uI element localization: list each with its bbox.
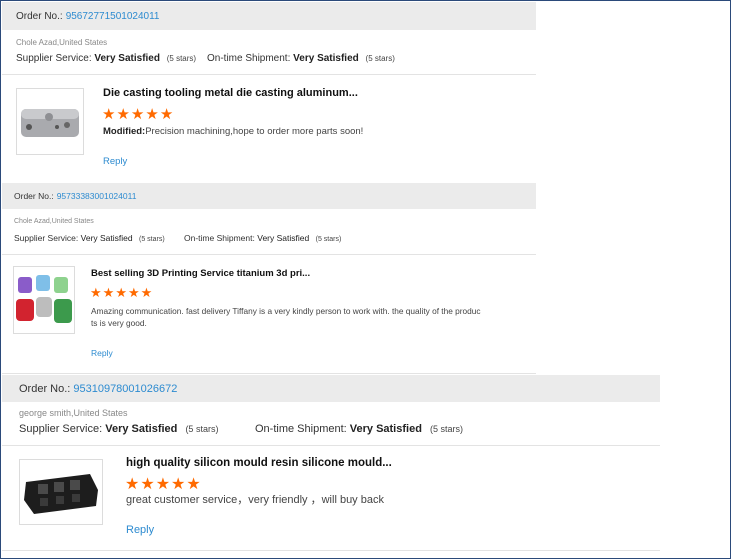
order-number-label: Order No.:	[19, 382, 71, 395]
rating-stars: ★★★★★	[125, 474, 202, 494]
order-header: Order No.: 95733383001024011	[2, 183, 536, 209]
product-title[interactable]: Die casting tooling metal die casting al…	[103, 87, 358, 99]
rating-stars: ★★★★★	[102, 105, 174, 123]
star-icon: ★	[90, 285, 103, 300]
divider	[2, 254, 536, 255]
silicone-mould-image	[24, 474, 98, 514]
order-number-link[interactable]: 95672771501024011	[66, 11, 160, 22]
rating-stars: ★★★★★	[90, 285, 153, 301]
star-icon: ★	[125, 476, 141, 493]
order-header: Order No.: 95672771501024011	[2, 2, 536, 30]
supplier-service-rating: Supplier Service: Very Satisfied (5 star…	[19, 423, 218, 435]
review-body-line: ts is very good.	[91, 318, 147, 329]
star-icon: ★	[140, 285, 154, 300]
star-icon: ★	[159, 106, 175, 123]
order-number-label: Order No.:	[14, 191, 54, 201]
shipment-label: On-time Shipment:	[184, 233, 255, 243]
product-thumbnail[interactable]	[13, 266, 75, 334]
star-icon: ★	[145, 106, 160, 123]
shipment-label: On-time Shipment:	[255, 423, 347, 435]
order-number-link[interactable]: 95733383001024011	[57, 191, 137, 201]
reply-link[interactable]: Reply	[91, 348, 113, 358]
product-thumbnail[interactable]	[16, 88, 84, 155]
supplier-service-value: Very Satisfied	[105, 423, 178, 435]
buyer-location: Chole Azad,United States	[14, 218, 94, 225]
divider	[2, 74, 536, 75]
star-icon: ★	[116, 106, 131, 123]
supplier-service-label: Supplier Service:	[19, 423, 103, 435]
review-text: great customer service，very friendly ，wi…	[126, 493, 384, 509]
review-body: Precision machining,hope to order more p…	[145, 126, 364, 137]
supplier-service-label: Supplier Service:	[14, 233, 79, 243]
star-icon: ★	[155, 476, 172, 493]
shipment-rating: On-time Shipment: Very Satisfied (5 star…	[207, 53, 395, 64]
die-cast-part-image	[21, 109, 79, 137]
divider	[2, 373, 536, 374]
star-icon: ★	[130, 106, 146, 123]
buyer-location: george smith,United States	[19, 408, 128, 418]
order-number-label: Order No.:	[16, 10, 63, 22]
divider	[2, 445, 660, 446]
supplier-service-rating: Supplier Service: Very Satisfied (5 star…	[16, 53, 196, 64]
supplier-service-stars: (5 stars)	[185, 424, 219, 434]
star-icon: ★	[102, 285, 116, 300]
supplier-service-value: Very Satisfied	[94, 53, 160, 64]
page-frame	[0, 0, 731, 559]
star-icon: ★	[186, 476, 202, 493]
reply-link[interactable]: Reply	[126, 524, 154, 536]
shipment-stars: (5 stars)	[315, 236, 342, 243]
buyer-location: Chole Azad,United States	[16, 38, 108, 47]
reply-link[interactable]: Reply	[103, 156, 127, 167]
order-number-link[interactable]: 95310978001026672	[73, 383, 177, 395]
star-icon: ★	[127, 285, 141, 300]
supplier-service-stars: (5 stars)	[166, 54, 197, 63]
supplier-service-stars: (5 stars)	[139, 236, 165, 243]
review-body-line: Amazing communication. fast delivery Tif…	[91, 306, 481, 316]
product-title[interactable]: high quality silicon mould resin silicon…	[126, 457, 392, 469]
3d-printed-cups-image	[16, 275, 72, 323]
shipment-rating: On-time Shipment: Very Satisfied (5 star…	[255, 423, 463, 435]
review-text: Amazing communication. fast delivery Tif…	[91, 305, 511, 329]
star-icon: ★	[102, 106, 117, 123]
star-icon: ★	[140, 476, 156, 493]
shipment-stars: (5 stars)	[429, 424, 463, 434]
product-title[interactable]: Best selling 3D Printing Service titaniu…	[91, 268, 310, 279]
shipment-stars: (5 stars)	[365, 54, 395, 63]
review-text: Modified:Precision machining,hope to ord…	[103, 125, 363, 139]
star-icon: ★	[115, 285, 128, 300]
divider	[2, 550, 660, 551]
shipment-rating: On-time Shipment: Very Satisfied (5 star…	[184, 233, 341, 243]
supplier-service-label: Supplier Service:	[16, 53, 92, 64]
product-thumbnail[interactable]	[19, 459, 103, 525]
shipment-value: Very Satisfied	[349, 423, 422, 435]
order-header: Order No.: 95310978001026672	[2, 375, 660, 402]
supplier-service-rating: Supplier Service: Very Satisfied (5 star…	[14, 233, 165, 243]
star-icon: ★	[171, 476, 187, 493]
supplier-service-value: Very Satisfied	[80, 233, 133, 243]
shipment-value: Very Satisfied	[257, 233, 310, 243]
review-body: great customer service，very friendly ，wi…	[126, 494, 384, 506]
shipment-value: Very Satisfied	[293, 53, 359, 64]
review-modified-label: Modified:	[103, 126, 146, 137]
shipment-label: On-time Shipment:	[207, 53, 291, 64]
